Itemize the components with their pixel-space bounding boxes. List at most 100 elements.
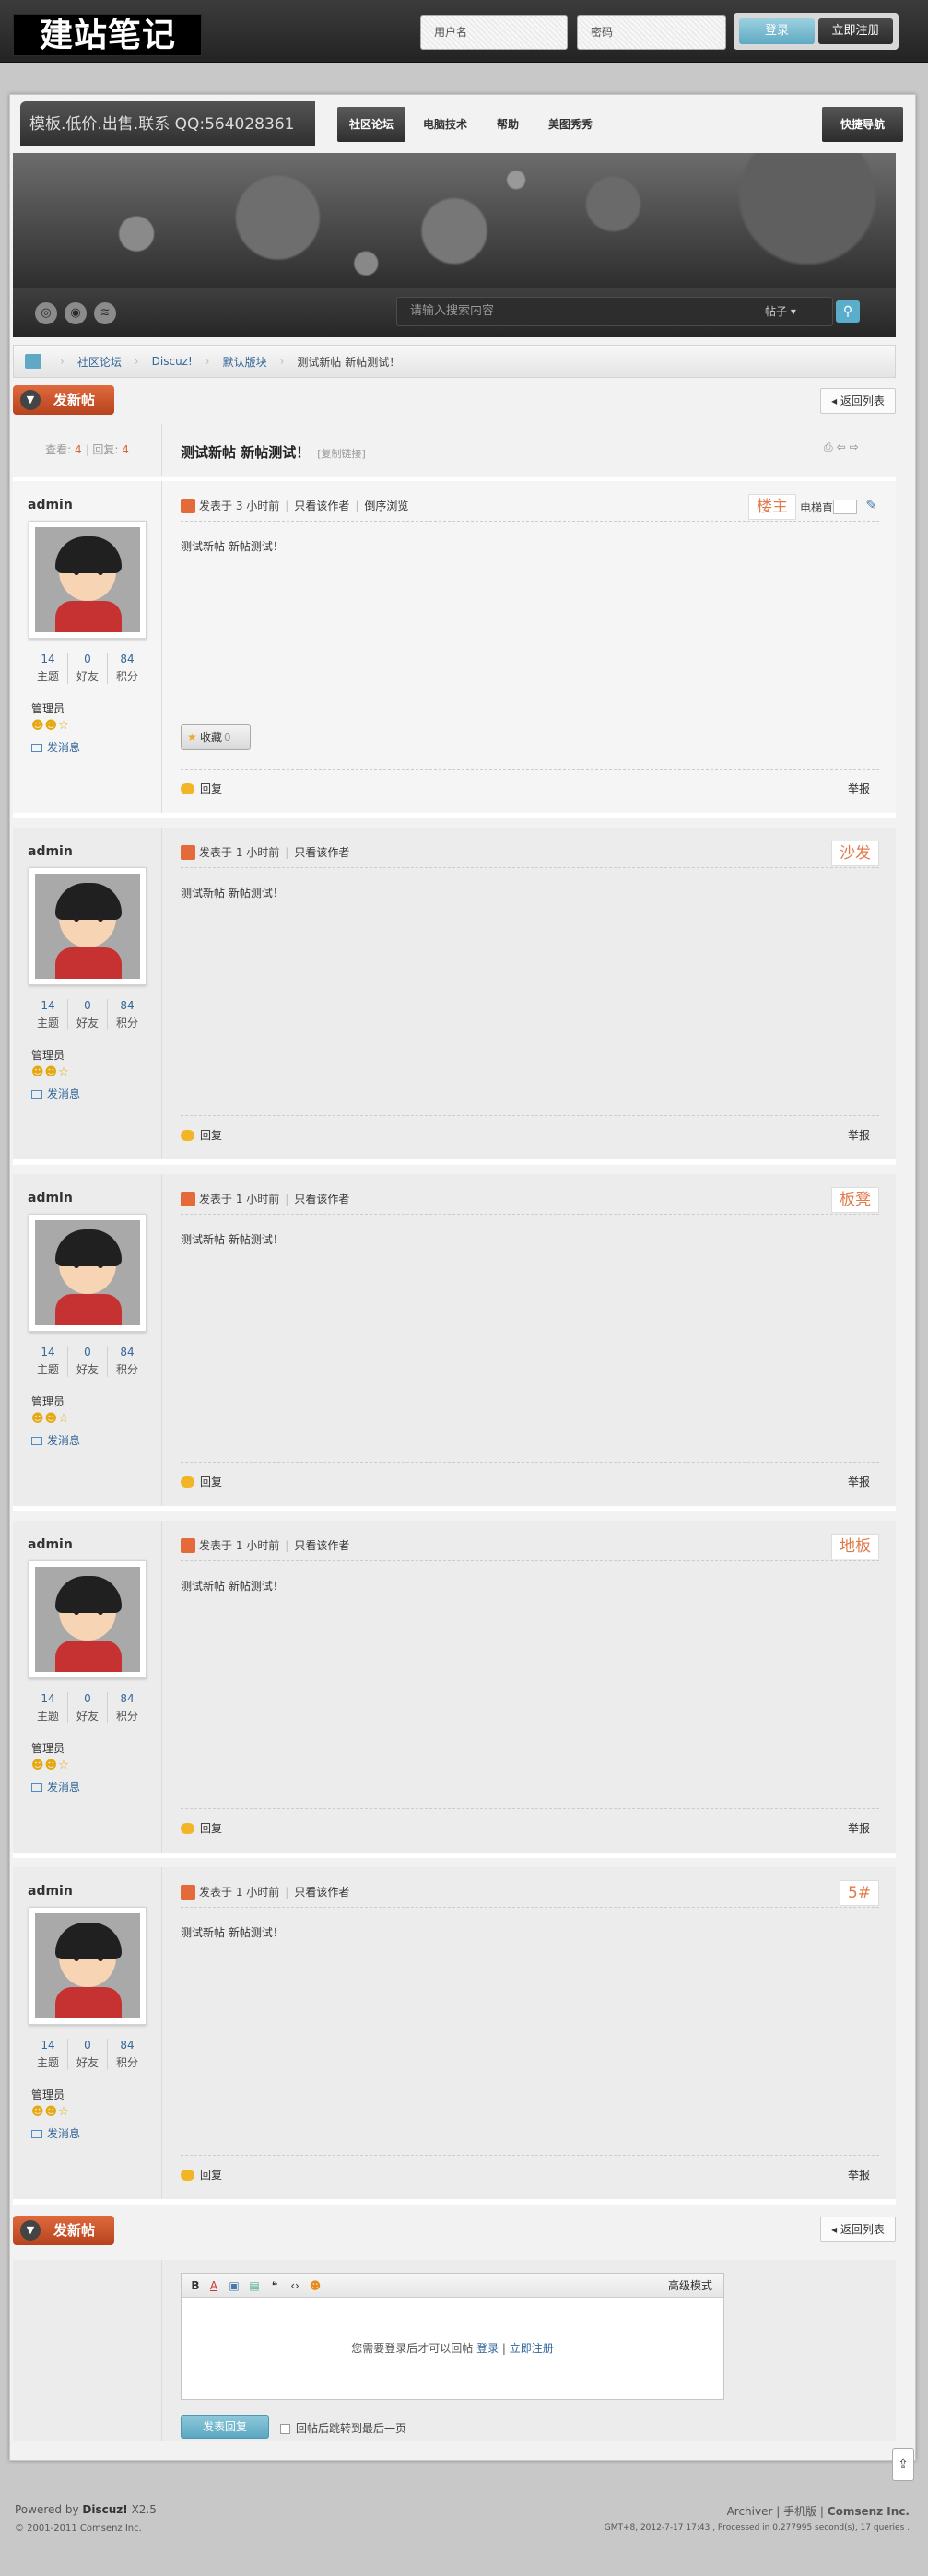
friends-count[interactable]: 0	[68, 1692, 107, 1705]
eye-icon[interactable]: ◉	[65, 302, 87, 324]
avatar[interactable]	[29, 1214, 147, 1332]
only-author-link[interactable]: 只看该作者	[294, 1193, 349, 1206]
checkbox-box[interactable]	[280, 2424, 290, 2434]
login-button[interactable]: 登录	[739, 18, 815, 44]
avatar[interactable]	[29, 521, 147, 639]
threads-count[interactable]: 14	[29, 1346, 67, 1359]
send-message-link[interactable]: 发消息	[31, 1779, 80, 1794]
jump-floor-input[interactable]	[833, 500, 857, 514]
image-icon[interactable]: ▣	[226, 2274, 242, 2298]
home-icon[interactable]	[25, 354, 41, 369]
copy-link[interactable]: [复制链接]	[317, 448, 366, 460]
attachment-icon[interactable]: ▤	[246, 2274, 263, 2298]
credits-count[interactable]: 84	[108, 999, 147, 1012]
send-message-link[interactable]: 发消息	[31, 739, 80, 755]
reply-register-link[interactable]: 立即注册	[510, 2342, 554, 2355]
user-group[interactable]: 管理员	[31, 1047, 65, 1063]
breadcrumb-forum[interactable]: 社区论坛	[77, 354, 122, 370]
jump-last-checkbox[interactable]: 回帖后跳转到最后一页	[280, 2420, 406, 2436]
company-name[interactable]: Comsenz Inc.	[828, 2505, 910, 2518]
product-name[interactable]: Discuz!	[82, 2503, 127, 2516]
report-link[interactable]: 举报	[848, 781, 870, 796]
report-link[interactable]: 举报	[848, 1474, 870, 1489]
quote-icon[interactable]: ❝	[266, 2274, 283, 2298]
menu-item-forum[interactable]: 社区论坛	[337, 107, 406, 142]
print-icon[interactable]: ⎙	[824, 441, 837, 453]
report-link[interactable]: 举报	[848, 1127, 870, 1143]
avatar[interactable]	[29, 867, 147, 985]
user-group[interactable]: 管理员	[31, 1394, 65, 1409]
author-name[interactable]: admin	[28, 844, 73, 859]
menu-item-meitu[interactable]: 美图秀秀	[536, 107, 605, 142]
back-to-list-button-top[interactable]: ◂ 返回列表	[820, 388, 896, 414]
credits-count[interactable]: 84	[108, 2039, 147, 2052]
breadcrumb-discuz[interactable]: Discuz!	[152, 355, 193, 368]
author-name[interactable]: admin	[28, 1884, 73, 1899]
new-post-button-bottom[interactable]: ▼ 发新帖	[13, 2216, 114, 2245]
weibo-icon[interactable]: ◎	[35, 302, 57, 324]
bold-icon[interactable]: B	[187, 2274, 204, 2298]
only-author-link[interactable]: 只看该作者	[294, 1886, 349, 1899]
reverse-order-link[interactable]: 倒序浏览	[364, 500, 408, 512]
search-type-select[interactable]: 帖子 ▾	[765, 297, 816, 326]
friends-count[interactable]: 0	[68, 1346, 107, 1359]
search-button[interactable]: ⚲	[836, 300, 860, 323]
site-logo[interactable]: 建站笔记	[13, 14, 202, 56]
threads-count[interactable]: 14	[29, 2039, 67, 2052]
friends-count[interactable]: 0	[68, 653, 107, 665]
avatar[interactable]	[29, 1560, 147, 1678]
send-message-link[interactable]: 发消息	[31, 2125, 80, 2141]
reply-link[interactable]: 回复	[200, 782, 222, 795]
report-link[interactable]: 举报	[848, 1820, 870, 1836]
floor-number[interactable]: 沙发	[831, 841, 879, 866]
reply-login-link[interactable]: 登录	[476, 2342, 499, 2355]
code-icon[interactable]: ‹›	[287, 2274, 303, 2298]
credits-count[interactable]: 84	[108, 1346, 147, 1359]
friends-count[interactable]: 0	[68, 999, 107, 1012]
font-color-icon[interactable]: A	[206, 2274, 222, 2298]
favorite-button[interactable]: ★ 收藏 0	[181, 724, 251, 750]
only-author-link[interactable]: 只看该作者	[294, 500, 349, 512]
register-button[interactable]: 立即注册	[818, 18, 893, 44]
rss-icon[interactable]: ≋	[94, 302, 116, 324]
author-name[interactable]: admin	[28, 498, 73, 512]
reply-link[interactable]: 回复	[200, 1476, 222, 1488]
breadcrumb-board[interactable]: 默认版块	[223, 354, 267, 370]
reply-link[interactable]: 回复	[200, 2169, 222, 2182]
user-group[interactable]: 管理员	[31, 700, 65, 716]
credits-count[interactable]: 84	[108, 1692, 147, 1705]
back-to-top-button[interactable]: ⇪	[892, 2448, 914, 2481]
menu-item-tech[interactable]: 电脑技术	[411, 107, 479, 142]
submit-reply-button[interactable]: 发表回复	[181, 2415, 269, 2439]
credits-count[interactable]: 84	[108, 653, 147, 665]
mobile-link[interactable]: 手机版	[783, 2505, 816, 2518]
archiver-link[interactable]: Archiver	[727, 2505, 773, 2518]
user-group[interactable]: 管理员	[31, 1740, 65, 1756]
user-group[interactable]: 管理员	[31, 2087, 65, 2102]
floor-number[interactable]: 楼主	[748, 494, 796, 520]
advanced-mode-link[interactable]: 高级模式	[668, 2274, 712, 2298]
prev-thread-icon[interactable]: ⇦	[837, 441, 850, 453]
reply-link[interactable]: 回复	[200, 1822, 222, 1835]
friends-count[interactable]: 0	[68, 2039, 107, 2052]
new-post-button-top[interactable]: ▼ 发新帖	[13, 385, 114, 415]
back-to-list-button-bottom[interactable]: ◂ 返回列表	[820, 2217, 896, 2242]
threads-count[interactable]: 14	[29, 653, 67, 665]
report-link[interactable]: 举报	[848, 2167, 870, 2182]
author-name[interactable]: admin	[28, 1191, 73, 1206]
only-author-link[interactable]: 只看该作者	[294, 1539, 349, 1552]
send-message-link[interactable]: 发消息	[31, 1086, 80, 1101]
quick-nav-button[interactable]: 快捷导航	[822, 107, 903, 142]
floor-number[interactable]: 5#	[839, 1880, 879, 1906]
threads-count[interactable]: 14	[29, 999, 67, 1012]
avatar[interactable]	[29, 1907, 147, 2025]
smiley-icon[interactable]: ☻	[307, 2274, 323, 2298]
send-message-link[interactable]: 发消息	[31, 1432, 80, 1448]
threads-count[interactable]: 14	[29, 1692, 67, 1705]
username-input[interactable]: 用户名	[420, 15, 568, 50]
menu-item-help[interactable]: 帮助	[485, 107, 531, 142]
reply-link[interactable]: 回复	[200, 1129, 222, 1142]
password-input[interactable]: 密码	[577, 15, 726, 50]
wrench-icon[interactable]: ✎	[865, 497, 877, 513]
floor-number[interactable]: 板凳	[831, 1187, 879, 1213]
